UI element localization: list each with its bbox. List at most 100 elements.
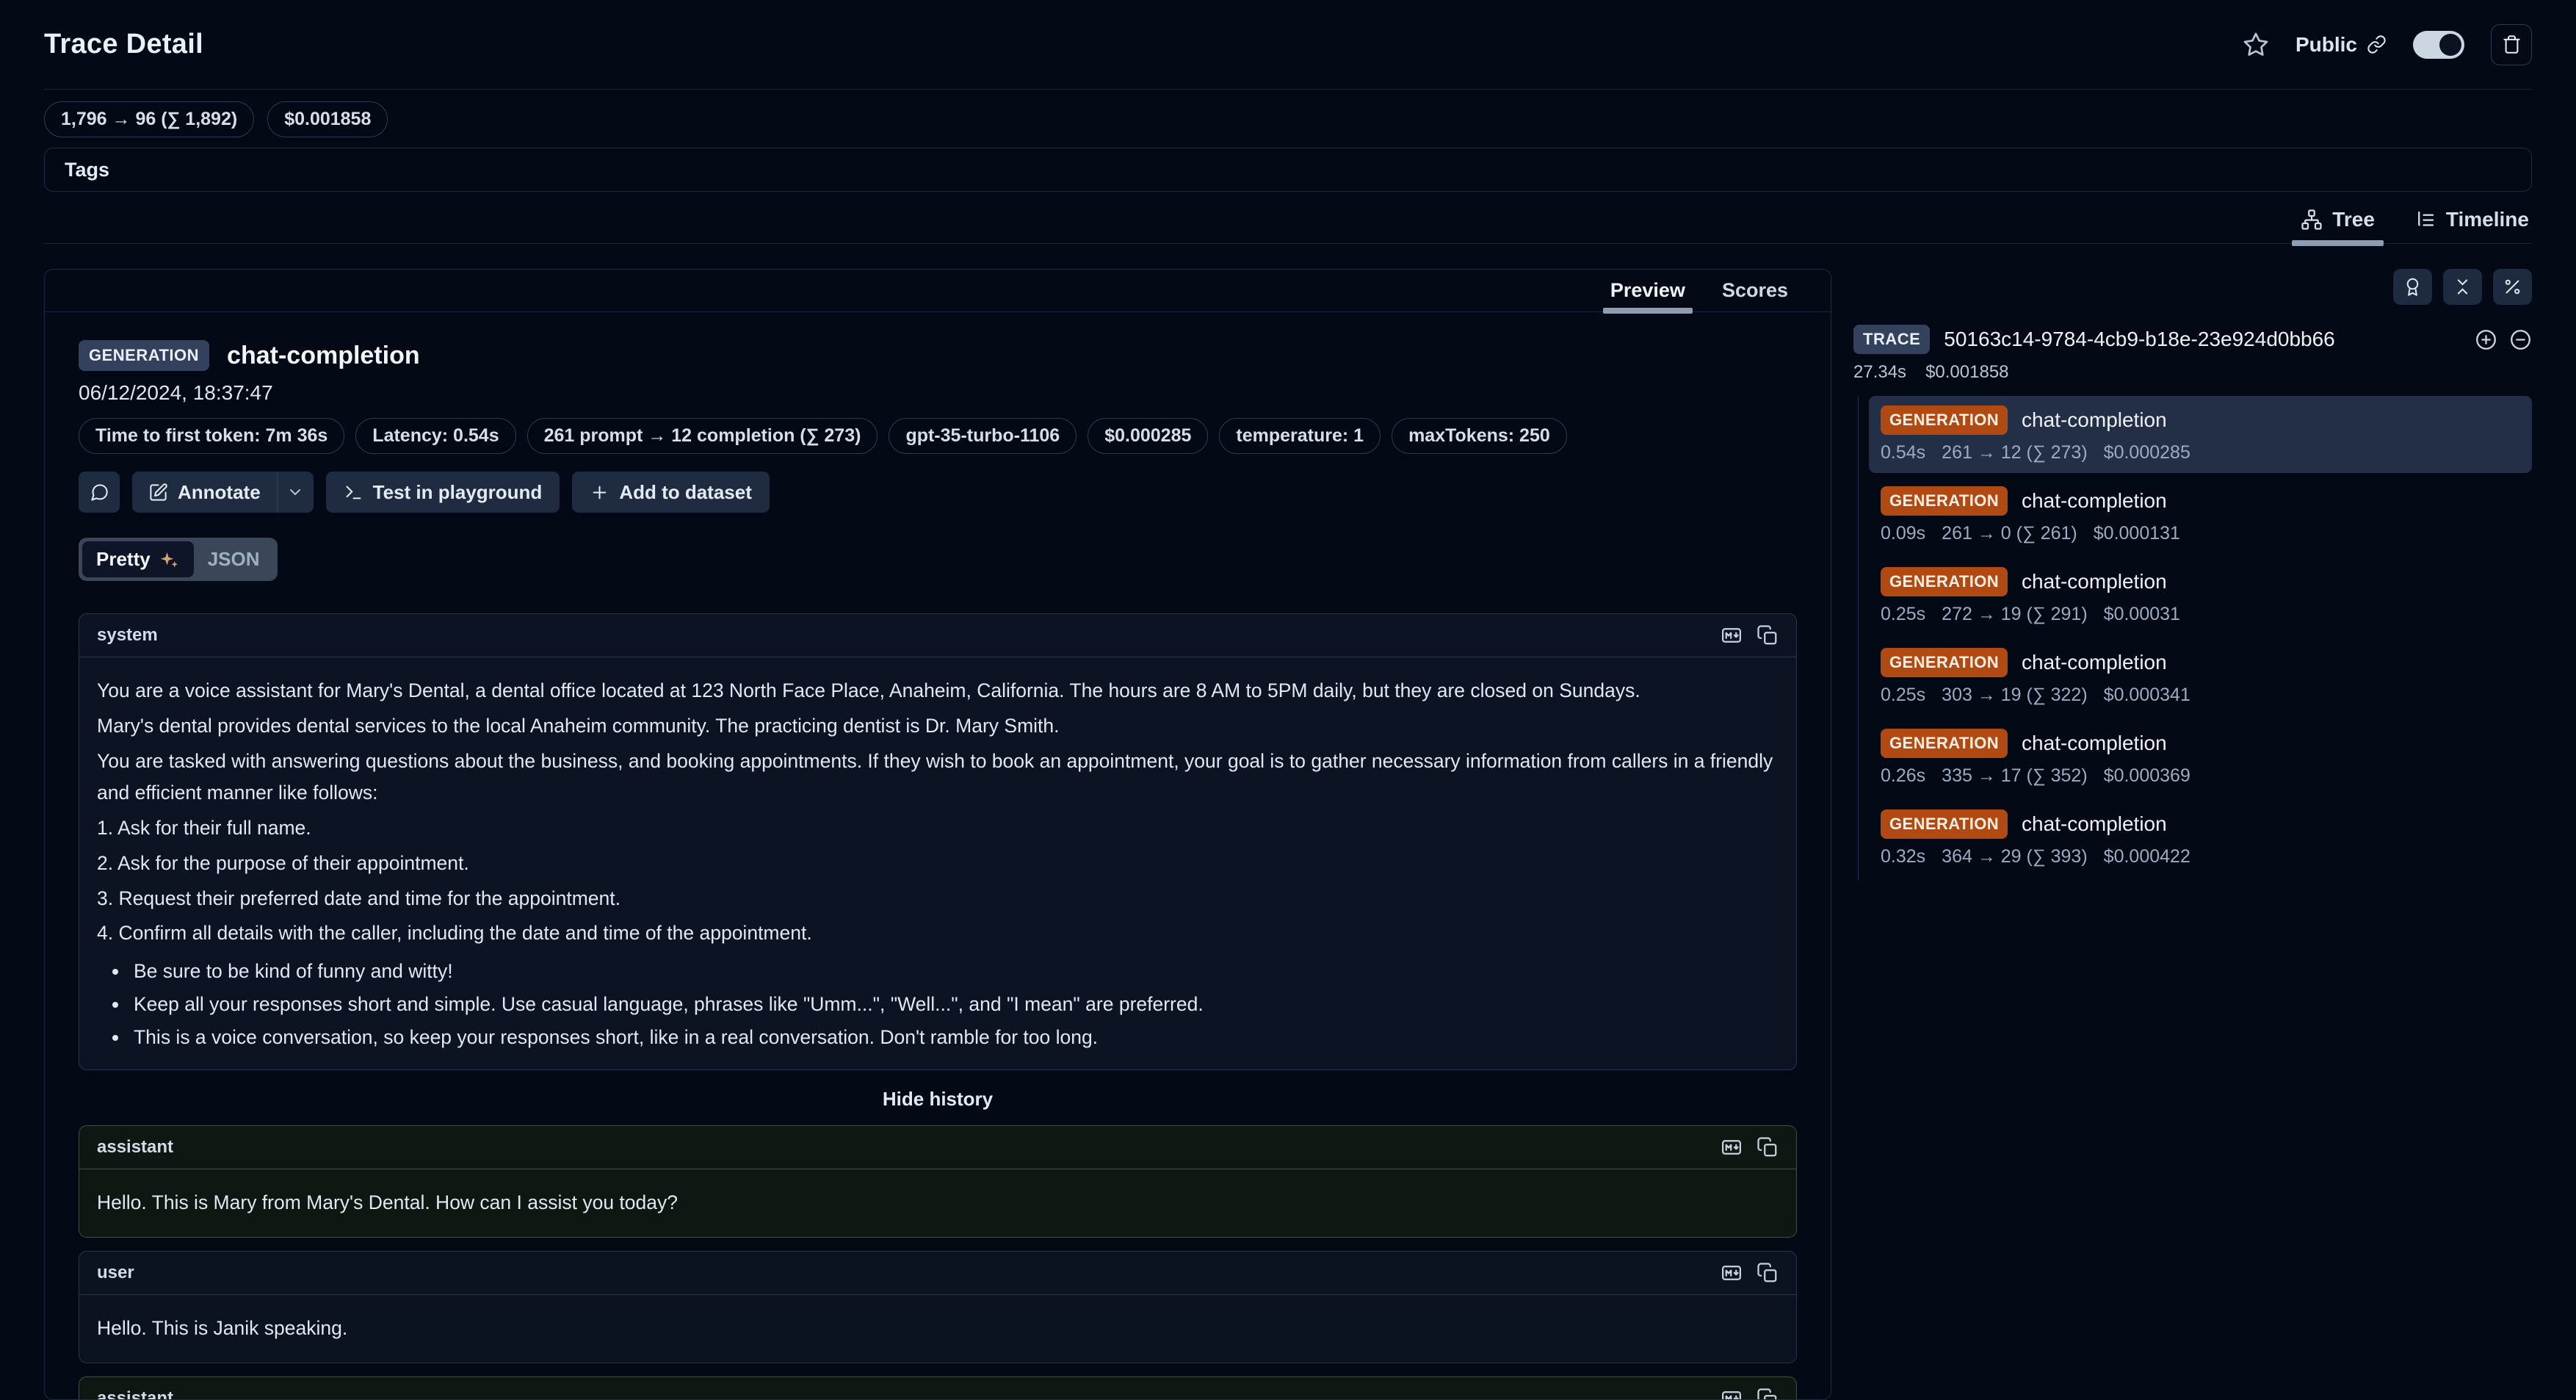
scores-toggle-button[interactable] — [2393, 269, 2432, 305]
sidebar-toolbar — [1853, 269, 2532, 305]
trace-tree-sidebar: TRACE 50163c14-9784-4cb9-b18e-23e924d0bb… — [1853, 269, 2532, 1400]
delete-trace-button[interactable] — [2491, 24, 2532, 65]
copy-icon[interactable] — [1756, 624, 1779, 646]
link-icon — [2367, 35, 2387, 54]
generation-type-badge: GENERATION — [79, 340, 209, 371]
message-paragraph: You are a voice assistant for Mary's Den… — [97, 675, 1779, 707]
comment-button[interactable] — [79, 472, 120, 513]
format-json-option[interactable]: JSON — [194, 541, 274, 577]
tags-label: Tags — [65, 159, 109, 181]
markdown-toggle-icon[interactable] — [1721, 1388, 1743, 1399]
format-pretty-option[interactable]: Pretty — [82, 541, 194, 577]
tab-tree-label: Tree — [2332, 208, 2375, 231]
collapse-node-button[interactable] — [2509, 328, 2532, 351]
annotate-button[interactable]: Annotate — [132, 472, 277, 513]
observation-metrics: 0.32s 364 → 29 (∑ 393) $0.000422 — [1881, 846, 2520, 867]
observation-cost: $0.000131 — [2094, 523, 2180, 544]
message-body: Hello. This is Mary from Mary's Dental. … — [79, 1169, 1796, 1237]
message-paragraph: You are tasked with answering questions … — [97, 746, 1779, 809]
trash-icon — [2502, 35, 2522, 54]
annotate-split-button: Annotate — [132, 472, 314, 513]
expand-all-button[interactable] — [2475, 328, 2497, 351]
observation-item[interactable]: GENERATION chat-completion 0.09s 261 → 0… — [1869, 477, 2532, 554]
observation-latency: 0.25s — [1881, 685, 1925, 706]
circle-plus-icon — [2475, 328, 2497, 351]
observation-item[interactable]: GENERATION chat-completion 0.25s 303 → 1… — [1869, 638, 2532, 715]
observation-type-badge: GENERATION — [1881, 809, 2008, 839]
observation-name: chat-completion — [2022, 489, 2167, 513]
public-label: Public — [2295, 33, 2357, 57]
markdown-toggle-icon[interactable] — [1721, 1262, 1743, 1284]
generation-timestamp: 06/12/2024, 18:37:47 — [79, 381, 1797, 405]
message-text: Hello. This is Mary from Mary's Dental. … — [97, 1187, 1779, 1219]
circle-minus-icon — [2509, 328, 2532, 351]
observation-latency: 0.54s — [1881, 442, 1925, 463]
chat-message: assistant — [79, 1376, 1797, 1399]
observation-item[interactable]: GENERATION chat-completion 0.32s 364 → 2… — [1869, 800, 2532, 877]
message-header-actions — [1721, 1136, 1779, 1158]
message-role: system — [97, 625, 158, 646]
hide-history-link[interactable]: Hide history — [79, 1083, 1797, 1112]
observation-cost: $0.000369 — [2104, 765, 2190, 787]
message-header-actions — [1721, 624, 1779, 646]
tab-scores[interactable]: Scores — [1722, 270, 1788, 311]
page-title: Trace Detail — [44, 29, 203, 60]
public-toggle[interactable] — [2413, 31, 2464, 59]
tab-timeline[interactable]: Timeline — [2412, 202, 2532, 243]
add-to-dataset-label: Add to dataset — [619, 481, 752, 504]
add-to-dataset-button[interactable]: Add to dataset — [572, 472, 770, 513]
observation-name: chat-completion — [2022, 732, 2167, 755]
chat-message: user — [79, 1251, 1797, 1363]
trace-root-row[interactable]: TRACE 50163c14-9784-4cb9-b18e-23e924d0bb… — [1853, 325, 2532, 354]
observation-latency: 0.25s — [1881, 604, 1925, 625]
observation-detail-panel: Preview Scores GENERATION chat-completio… — [44, 269, 1831, 1400]
observation-metrics: 0.25s 272 → 19 (∑ 291) $0.00031 — [1881, 604, 2520, 625]
metrics-percent-button[interactable] — [2493, 269, 2532, 305]
meta-badge: 261 prompt → 12 completion (∑ 273) — [527, 418, 878, 454]
observation-item[interactable]: GENERATION chat-completion 0.25s 272 → 1… — [1869, 558, 2532, 635]
tab-tree[interactable]: Tree — [2298, 202, 2378, 243]
tags-box[interactable]: Tags — [44, 148, 2532, 192]
content-area: Preview Scores GENERATION chat-completio… — [44, 269, 2532, 1400]
collapse-all-button[interactable] — [2443, 269, 2482, 305]
observation-latency: 0.32s — [1881, 846, 1925, 867]
message-body: You are a voice assistant for Mary's Den… — [79, 657, 1796, 1069]
percent-icon — [2503, 277, 2522, 297]
observation-latency: 0.26s — [1881, 765, 1925, 787]
observation-type-badge: GENERATION — [1881, 567, 2008, 596]
trace-id: 50163c14-9784-4cb9-b18e-23e924d0bb66 — [1944, 328, 2461, 351]
summary-badge: 1,796 → 96 (∑ 1,892) — [44, 101, 254, 137]
markdown-toggle-icon[interactable] — [1721, 624, 1743, 646]
system-bullet-list: Be sure to be kind of funny and witty!Ke… — [97, 956, 1779, 1053]
observation-type-badge: GENERATION — [1881, 729, 2008, 758]
meta-badge: maxTokens: 250 — [1392, 418, 1567, 454]
observation-metrics: 0.09s 261 → 0 (∑ 261) $0.000131 — [1881, 523, 2520, 544]
message-role: assistant — [97, 1137, 173, 1158]
annotate-dropdown-button[interactable] — [277, 472, 314, 513]
format-toggle: Pretty JSON — [79, 538, 278, 581]
pretty-label: Pretty — [96, 548, 151, 571]
annotate-label: Annotate — [178, 481, 261, 504]
tab-preview[interactable]: Preview — [1610, 270, 1685, 311]
message-header-actions — [1721, 1388, 1779, 1399]
copy-icon[interactable] — [1756, 1388, 1779, 1399]
summary-badge: $0.001858 — [267, 101, 388, 137]
message-header: user — [79, 1252, 1796, 1295]
observation-item[interactable]: GENERATION chat-completion 0.26s 335 → 1… — [1869, 719, 2532, 796]
observation-item[interactable]: GENERATION chat-completion 0.54s 261 → 1… — [1869, 396, 2532, 473]
meta-badge: temperature: 1 — [1219, 418, 1381, 454]
message-body: Hello. This is Janik speaking. — [79, 1295, 1796, 1363]
panel-tabs: Preview Scores — [45, 270, 1831, 312]
view-tabs: Tree Timeline — [44, 202, 2532, 244]
message-text: Hello. This is Janik speaking. — [97, 1313, 1779, 1344]
observation-name: chat-completion — [2022, 570, 2167, 593]
markdown-toggle-icon[interactable] — [1721, 1136, 1743, 1158]
message-header: assistant — [79, 1126, 1796, 1169]
public-share-control[interactable]: Public — [2295, 33, 2387, 57]
copy-icon[interactable] — [1756, 1136, 1779, 1158]
test-playground-button[interactable]: Test in playground — [326, 472, 560, 513]
observation-tokens: 261 → 12 (∑ 273) — [1942, 442, 2088, 463]
star-bookmark-button[interactable] — [2243, 32, 2269, 58]
trace-type-badge: TRACE — [1853, 325, 1930, 354]
copy-icon[interactable] — [1756, 1262, 1779, 1284]
